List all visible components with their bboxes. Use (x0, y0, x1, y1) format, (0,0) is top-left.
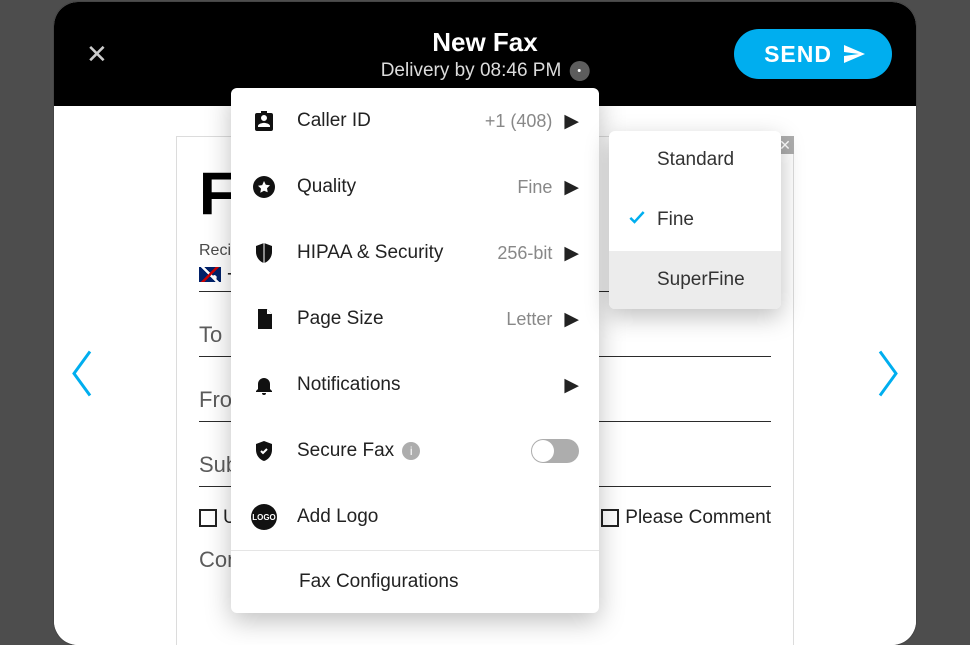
menu-item-secure-fax[interactable]: Secure Fax i (231, 418, 599, 484)
chevron-right-icon: ▶ (564, 176, 579, 199)
menu-item-add-logo[interactable]: LOGO Add Logo (231, 484, 599, 550)
chevron-right-icon: ▶ (564, 242, 579, 265)
id-badge-icon (251, 108, 277, 134)
page-icon (251, 306, 277, 332)
checkbox-icon (601, 509, 619, 527)
menu-item-quality[interactable]: Quality Fine ▶ (231, 154, 599, 220)
fax-modal: ✕ New Fax Delivery by 08:46 PM SEND ✕ F (54, 2, 916, 645)
quality-option-fine[interactable]: Fine (609, 189, 781, 251)
menu-item-page-size[interactable]: Page Size Letter ▶ (231, 286, 599, 352)
checkbox-icon (199, 509, 217, 527)
menu-value: Fine (517, 177, 552, 198)
menu-label: Add Logo (297, 506, 378, 528)
menu-item-fax-configurations[interactable]: Fax Configurations (231, 551, 599, 613)
chevron-right-icon: ▶ (564, 110, 579, 133)
chevron-right-icon: ▶ (564, 374, 579, 397)
menu-label: Quality (297, 176, 356, 198)
close-icon[interactable]: ✕ (78, 33, 116, 75)
send-button[interactable]: SEND (734, 29, 892, 79)
chevron-left-icon (68, 347, 96, 399)
menu-label: Caller ID (297, 110, 371, 132)
option-label: SuperFine (657, 269, 745, 291)
quality-submenu: Standard Fine SuperFine (609, 131, 781, 309)
menu-item-notifications[interactable]: Notifications ▶ (231, 352, 599, 418)
bell-icon (251, 372, 277, 398)
next-page-button[interactable] (874, 347, 902, 404)
secure-fax-toggle[interactable] (531, 439, 579, 463)
menu-value: 256-bit (497, 243, 552, 264)
quality-option-superfine[interactable]: SuperFine (609, 251, 781, 309)
option-label: Fine (657, 209, 694, 231)
prev-page-button[interactable] (68, 347, 96, 404)
delivery-time-text: Delivery by 08:46 PM (381, 60, 562, 82)
please-comment-checkbox[interactable]: Please Comment (601, 507, 771, 529)
info-icon[interactable]: i (402, 442, 420, 460)
menu-item-hipaa[interactable]: HIPAA & Security 256-bit ▶ (231, 220, 599, 286)
option-label: Standard (657, 149, 734, 171)
menu-label: Fax Configurations (299, 571, 458, 593)
chevron-right-icon: ▶ (564, 308, 579, 331)
menu-item-caller-id[interactable]: Caller ID +1 (408) ▶ (231, 88, 599, 154)
menu-value: Letter (506, 309, 552, 330)
please-comment-label: Please Comment (625, 507, 771, 529)
modal-title: New Fax (381, 27, 590, 58)
check-icon (627, 207, 649, 233)
settings-menu: Caller ID +1 (408) ▶ Quality Fine ▶ HIPA… (231, 88, 599, 613)
logo-icon: LOGO (251, 504, 277, 530)
menu-label: Page Size (297, 308, 384, 330)
kebab-menu-icon[interactable] (569, 61, 589, 81)
send-button-label: SEND (764, 41, 832, 68)
menu-value: +1 (408) (485, 111, 553, 132)
country-flag-icon[interactable] (199, 267, 221, 282)
modal-body: ✕ F Recipient + To From Subject Urgent P… (54, 106, 916, 645)
menu-label: HIPAA & Security (297, 242, 443, 264)
header-center: New Fax Delivery by 08:46 PM (381, 27, 590, 82)
menu-label: Notifications (297, 374, 401, 396)
send-icon (842, 42, 866, 66)
shield-icon (251, 240, 277, 266)
star-circle-icon (251, 174, 277, 200)
chevron-right-icon (874, 347, 902, 399)
shield-check-icon (251, 438, 277, 464)
menu-label: Secure Fax (297, 440, 394, 462)
quality-option-standard[interactable]: Standard (609, 131, 781, 189)
